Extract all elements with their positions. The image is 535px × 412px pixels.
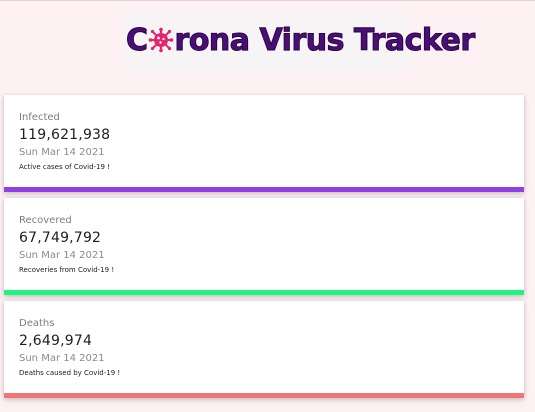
- card-accent-bar: [4, 187, 524, 192]
- card-description: Deaths caused by Covid-19 !: [19, 369, 121, 377]
- card-label: Infected: [19, 112, 60, 123]
- logo-text-rest: rona Virus Tracker: [174, 22, 476, 58]
- card-count: 67,749,792: [19, 230, 102, 246]
- card-description: Recoveries from Covid-19 !: [19, 266, 115, 274]
- card-count: 2,649,974: [19, 333, 93, 349]
- card-deaths: Deaths 2,649,974 Sun Mar 14 2021 Deaths …: [4, 301, 524, 398]
- card-label: Deaths: [19, 318, 55, 329]
- card-label: Recovered: [19, 215, 72, 226]
- card-accent-bar: [4, 290, 524, 295]
- card-infected: Infected 119,621,938 Sun Mar 14 2021 Act…: [4, 95, 524, 192]
- card-recovered: Recovered 67,749,792 Sun Mar 14 2021 Rec…: [4, 198, 524, 295]
- card-description: Active cases of Covid-19 !: [19, 163, 110, 171]
- card-date: Sun Mar 14 2021: [19, 250, 105, 261]
- top-border: [0, 0, 535, 1]
- app-logo: C rona Virus Tracker: [126, 20, 476, 60]
- logo-text-prefix: C: [126, 22, 149, 58]
- card-date: Sun Mar 14 2021: [19, 353, 105, 364]
- card-count: 119,621,938: [19, 127, 111, 143]
- virus-icon: [148, 27, 173, 53]
- card-date: Sun Mar 14 2021: [19, 147, 105, 158]
- card-accent-bar: [4, 393, 524, 398]
